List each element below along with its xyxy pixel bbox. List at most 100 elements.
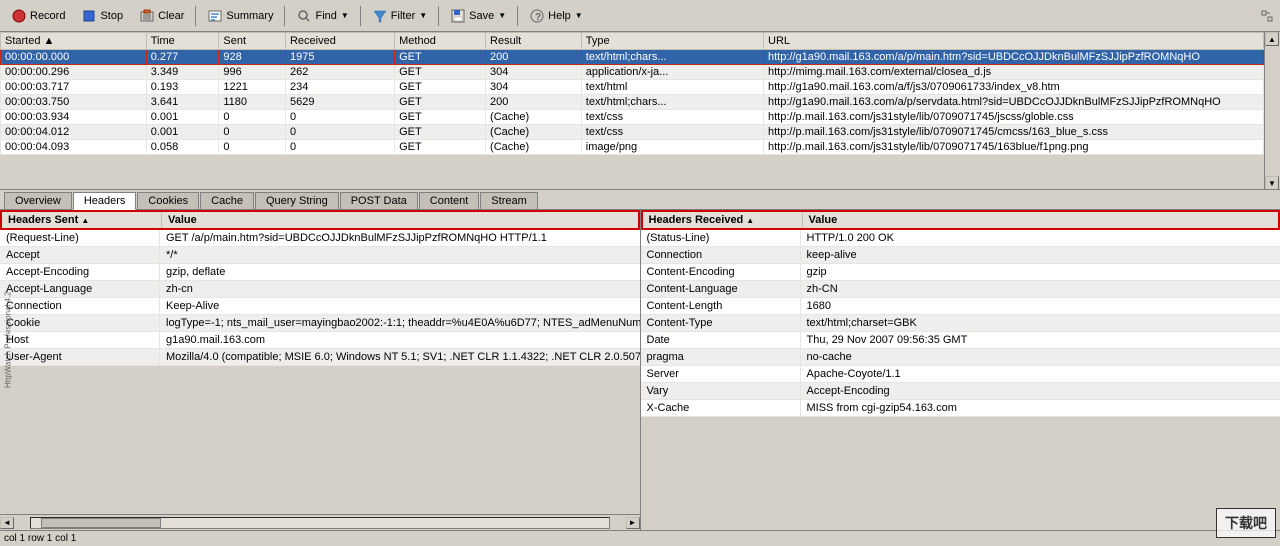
headers-sent-col-name[interactable]: Headers Sent ▲	[2, 212, 162, 228]
table-row[interactable]: 00:00:00.0000.2779281975GET200text/html;…	[1, 50, 1264, 65]
record-button[interactable]: Record	[4, 3, 72, 29]
headers-sent-row[interactable]: User-AgentMozilla/4.0 (compatible; MSIE …	[0, 349, 640, 366]
headers-received-row[interactable]: Content-Languagezh-CN	[641, 281, 1280, 298]
headers-sent-row[interactable]: ConnectionKeep-Alive	[0, 298, 640, 315]
headers-sent-row[interactable]: CookielogType=-1; nts_mail_user=mayingba…	[0, 315, 640, 332]
stop-icon	[81, 8, 97, 24]
scroll-down-arrow[interactable]: ▼	[1265, 176, 1279, 190]
help-button[interactable]: ? Help ▼	[522, 3, 590, 29]
window-resize-button[interactable]	[1258, 3, 1276, 29]
header-received-name: Content-Language	[641, 281, 801, 297]
col-header-method[interactable]: Method	[395, 33, 486, 50]
headers-sent-row[interactable]: Hostg1a90.mail.163.com	[0, 332, 640, 349]
table-row[interactable]: 00:00:04.0930.05800GET(Cache)image/pnght…	[1, 140, 1264, 155]
table-cell: text/html	[581, 80, 763, 95]
header-received-value: HTTP/1.0 200 OK	[801, 230, 1280, 246]
hscroll-track[interactable]	[30, 517, 610, 529]
toolbar-separator-2	[284, 6, 285, 26]
header-received-value: Accept-Encoding	[801, 383, 1280, 399]
table-cell: http://g1a90.mail.163.com/a/p/main.htm?s…	[764, 50, 1264, 65]
filter-icon	[372, 8, 388, 24]
headers-received-row[interactable]: pragmano-cache	[641, 349, 1280, 366]
table-row[interactable]: 00:00:03.9340.00100GET(Cache)text/csshtt…	[1, 110, 1264, 125]
headers-received-row[interactable]: Connectionkeep-alive	[641, 247, 1280, 264]
table-cell: http://p.mail.163.com/js31style/lib/0709…	[764, 125, 1264, 140]
table-cell: 0	[285, 110, 394, 125]
headers-received-row[interactable]: Content-Length1680	[641, 298, 1280, 315]
hscroll-right-arrow[interactable]: ►	[626, 517, 640, 529]
table-cell: GET	[395, 50, 486, 65]
tab-cache[interactable]: Cache	[200, 192, 254, 209]
table-row[interactable]: 00:00:04.0120.00100GET(Cache)text/csshtt…	[1, 125, 1264, 140]
headers-received-row[interactable]: (Status-Line)HTTP/1.0 200 OK	[641, 230, 1280, 247]
headers-sent-row[interactable]: Accept-Languagezh-cn	[0, 281, 640, 298]
header-received-value: Apache-Coyote/1.1	[801, 366, 1280, 382]
headers-sent-row[interactable]: Accept*/*	[0, 247, 640, 264]
table-row[interactable]: 00:00:03.7170.1931221234GET304text/htmlh…	[1, 80, 1264, 95]
stop-label: Stop	[100, 10, 123, 22]
table-row[interactable]: 00:00:00.2963.349996262GET304application…	[1, 65, 1264, 80]
tab-stream[interactable]: Stream	[480, 192, 537, 209]
table-cell: GET	[395, 140, 486, 155]
top-scrollbar[interactable]: ▲ ▼	[1264, 32, 1280, 190]
headers-received-sort-asc: ▲	[746, 216, 754, 225]
tab-post-data[interactable]: POST Data	[340, 192, 418, 209]
save-button[interactable]: Save ▼	[443, 3, 513, 29]
headers-received-title: Headers Received	[649, 214, 744, 226]
tab-content[interactable]: Content	[419, 192, 480, 209]
headers-received-row[interactable]: DateThu, 29 Nov 2007 09:56:35 GMT	[641, 332, 1280, 349]
headers-received-row[interactable]: ServerApache-Coyote/1.1	[641, 366, 1280, 383]
find-button[interactable]: Find ▼	[289, 3, 355, 29]
col-header-url[interactable]: URL	[764, 33, 1264, 50]
bottom-panel: OverviewHeadersCookiesCacheQuery StringP…	[0, 190, 1280, 546]
col-header-started[interactable]: Started ▲	[1, 33, 147, 50]
header-sent-name: Cookie	[0, 315, 160, 331]
headers-received-row[interactable]: Content-Encodinggzip	[641, 264, 1280, 281]
col-header-received[interactable]: Received	[285, 33, 394, 50]
col-header-result[interactable]: Result	[486, 33, 582, 50]
header-sent-value: */*	[160, 247, 640, 263]
header-received-name: pragma	[641, 349, 801, 365]
headers-received-row[interactable]: X-CacheMISS from cgi-gzip54.163.com	[641, 400, 1280, 417]
table-cell: http://p.mail.163.com/js31style/lib/0709…	[764, 140, 1264, 155]
clear-button[interactable]: Clear	[132, 3, 191, 29]
summary-button[interactable]: Summary	[200, 3, 280, 29]
table-cell: 3.349	[146, 65, 219, 80]
headers-sent-title: Headers Sent	[8, 214, 78, 226]
table-cell: application/x-ja...	[581, 65, 763, 80]
table-cell: 0.001	[146, 125, 219, 140]
headers-received-row[interactable]: VaryAccept-Encoding	[641, 383, 1280, 400]
tab-query-string[interactable]: Query String	[255, 192, 339, 209]
col-header-type[interactable]: Type	[581, 33, 763, 50]
scroll-up-arrow[interactable]: ▲	[1265, 32, 1279, 46]
table-cell: 0	[285, 125, 394, 140]
hscroll-thumb[interactable]	[41, 518, 161, 528]
headers-sent-col-value[interactable]: Value	[162, 212, 638, 228]
table-cell: 00:00:04.012	[1, 125, 147, 140]
table-cell: http://g1a90.mail.163.com/a/f/js3/070906…	[764, 80, 1264, 95]
table-cell: 0.277	[146, 50, 219, 65]
table-cell: 00:00:03.934	[1, 110, 147, 125]
headers-sent-row[interactable]: (Request-Line)GET /a/p/main.htm?sid=UBDC…	[0, 230, 640, 247]
tab-headers[interactable]: Headers	[73, 192, 137, 210]
left-hscroll[interactable]: ◄ ►	[0, 514, 640, 530]
headers-received-row[interactable]: Content-Typetext/html;charset=GBK	[641, 315, 1280, 332]
stop-button[interactable]: Stop	[74, 3, 130, 29]
headers-received-col-value[interactable]: Value	[803, 212, 1279, 228]
headers-sent-row[interactable]: Accept-Encodinggzip, deflate	[0, 264, 640, 281]
table-cell: GET	[395, 95, 486, 110]
col-header-sent[interactable]: Sent	[219, 33, 286, 50]
header-received-name: Connection	[641, 247, 801, 263]
headers-received-col-name[interactable]: Headers Received ▲	[643, 212, 803, 228]
table-cell: text/html;chars...	[581, 50, 763, 65]
tab-cookies[interactable]: Cookies	[137, 192, 199, 209]
hscroll-left-arrow[interactable]: ◄	[0, 517, 14, 529]
table-cell: GET	[395, 110, 486, 125]
table-cell: (Cache)	[486, 125, 582, 140]
svg-text:?: ?	[535, 12, 541, 23]
table-row[interactable]: 00:00:03.7503.64111805629GET200text/html…	[1, 95, 1264, 110]
col-header-time[interactable]: Time	[146, 33, 219, 50]
table-cell: (Cache)	[486, 110, 582, 125]
table-cell: http://p.mail.163.com/js31style/lib/0709…	[764, 110, 1264, 125]
filter-button[interactable]: Filter ▼	[365, 3, 434, 29]
